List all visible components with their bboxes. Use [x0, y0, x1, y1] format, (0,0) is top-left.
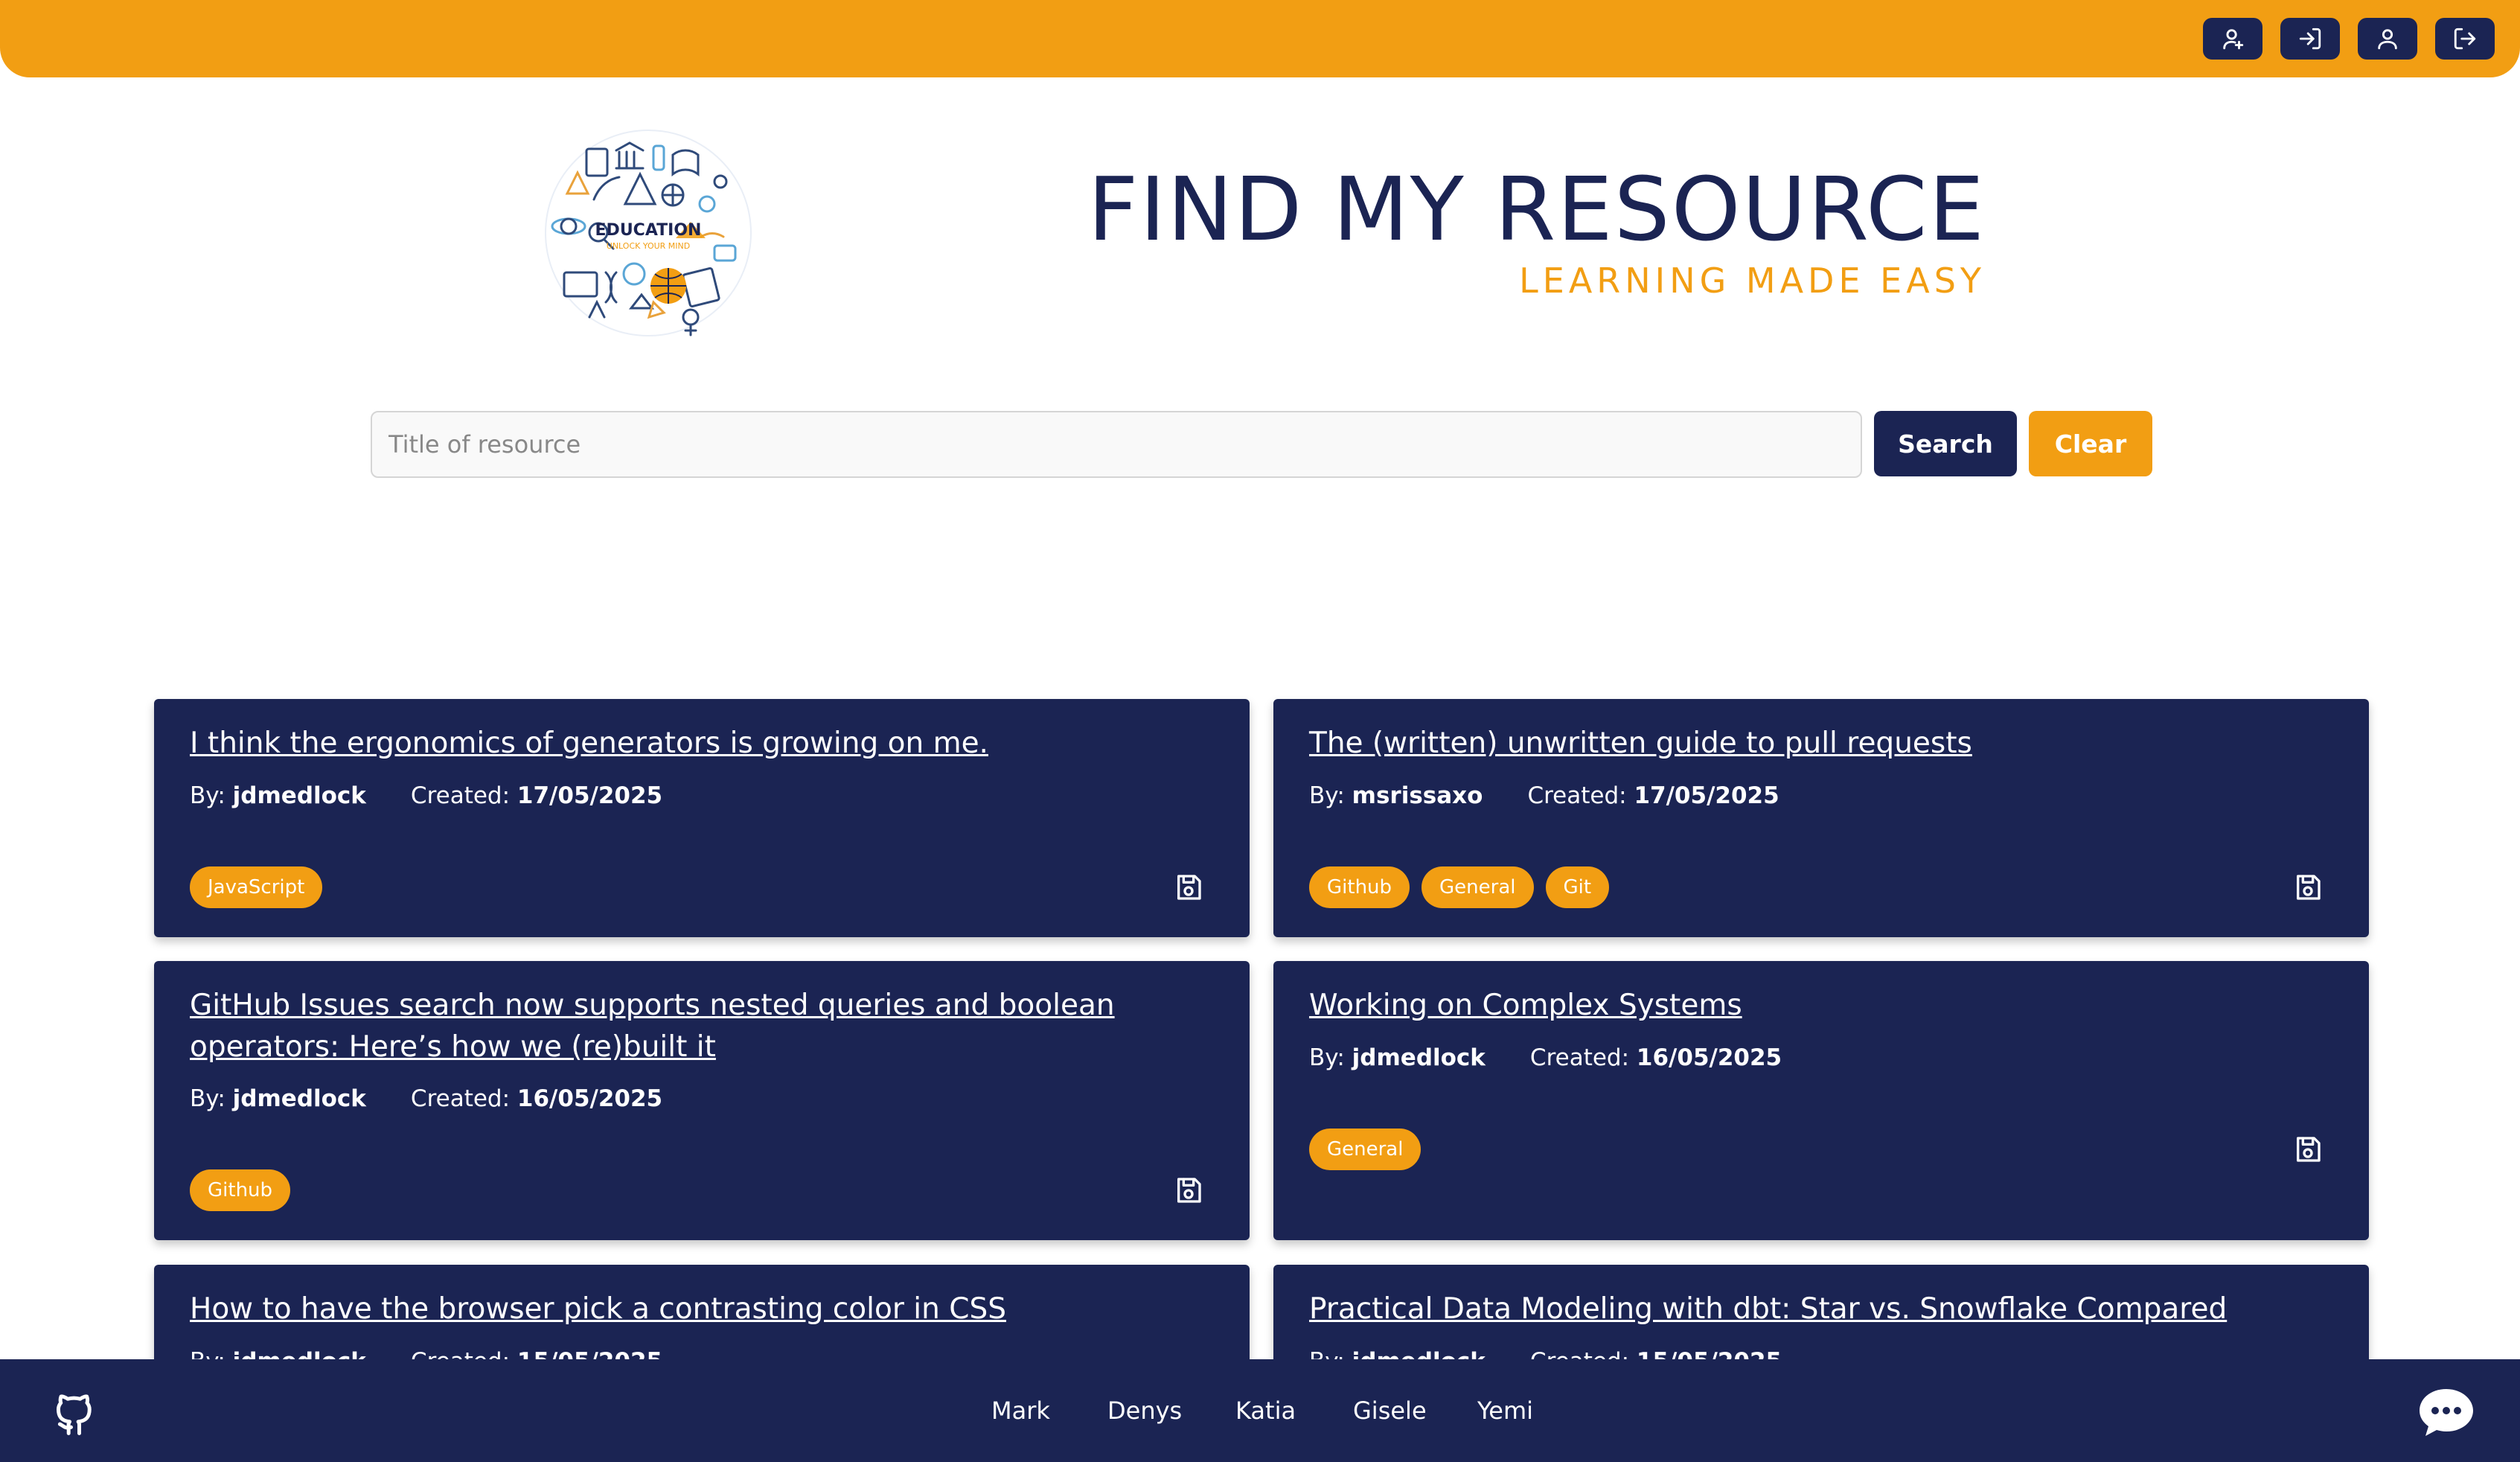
login-button[interactable] [2280, 18, 2340, 60]
tag-badge[interactable]: JavaScript [190, 866, 323, 908]
resource-card: The (written) unwritten guide to pull re… [1273, 699, 2369, 937]
search-button[interactable]: Search [1874, 411, 2017, 476]
logo-subtext: UNLOCK YOUR MIND [607, 241, 690, 251]
footer: Mark Denys Katia Gisele Yemi [0, 1359, 2520, 1462]
resource-title-link[interactable]: I think the ergonomics of generators is … [190, 723, 1157, 764]
resource-meta: By: jdmedlock Created: 16/05/2025 [1309, 1043, 1782, 1073]
login-icon [2299, 28, 2321, 50]
resource-meta: By: msrissaxo Created: 17/05/2025 [1309, 781, 1779, 811]
footer-link-denys[interactable]: Denys [1107, 1396, 1182, 1425]
tag-list: Github General Git [1309, 866, 1610, 908]
footer-link-gisele[interactable]: Gisele [1353, 1396, 1427, 1425]
save-icon[interactable] [2293, 1134, 2323, 1164]
footer-link-katia[interactable]: Katia [1235, 1396, 1296, 1425]
author-name: jdmedlock [232, 782, 366, 809]
github-icon[interactable] [51, 1386, 100, 1440]
education-logo: EDUCATION UNLOCK YOUR MIND [542, 127, 755, 339]
clear-button[interactable]: Clear [2029, 411, 2152, 476]
tag-badge[interactable]: Git [1545, 866, 1610, 908]
resource-meta: By: jdmedlock Created: 16/05/2025 [190, 1084, 662, 1114]
resource-title-link[interactable]: How to have the browser pick a contrasti… [190, 1289, 1157, 1330]
resource-card: Working on Complex Systems By: jdmedlock… [1273, 961, 2369, 1240]
site-title: FIND MY RESOURCE [1087, 158, 1986, 261]
created-label: Created: [1527, 782, 1627, 809]
logo-text: EDUCATION [595, 221, 702, 240]
tag-badge[interactable]: General [1422, 866, 1534, 908]
resource-meta: By: jdmedlock Created: 17/05/2025 [190, 781, 662, 811]
resource-card: I think the ergonomics of generators is … [154, 699, 1250, 937]
created-label: Created: [410, 1085, 511, 1112]
logout-icon [2454, 28, 2476, 50]
resource-title-link[interactable]: Working on Complex Systems [1309, 985, 2277, 1027]
tag-badge[interactable]: Github [1309, 866, 1410, 908]
author-label: By: [1309, 782, 1345, 809]
created-label: Created: [1529, 1044, 1630, 1071]
created-date: 16/05/2025 [1636, 1044, 1782, 1071]
created-date: 17/05/2025 [1634, 782, 1779, 809]
top-bar [0, 0, 2520, 77]
tag-list: General [1309, 1129, 1422, 1170]
author-name: msrissaxo [1352, 782, 1483, 809]
resource-search-input[interactable] [371, 411, 1862, 478]
tag-badge[interactable]: General [1309, 1129, 1422, 1170]
created-date: 16/05/2025 [517, 1085, 663, 1112]
logout-button[interactable] [2435, 18, 2495, 60]
resource-title-link[interactable]: GitHub Issues search now supports nested… [190, 985, 1157, 1068]
footer-link-yemi[interactable]: Yemi [1477, 1396, 1533, 1425]
created-label: Created: [410, 782, 511, 809]
author-label: By: [190, 1085, 226, 1112]
site-tagline: LEARNING MADE EASY [1519, 261, 1986, 301]
save-icon[interactable] [2293, 872, 2323, 902]
footer-link-mark[interactable]: Mark [991, 1396, 1050, 1425]
author-name: jdmedlock [232, 1085, 366, 1112]
tag-badge[interactable]: Github [190, 1169, 291, 1211]
user-icon [2378, 29, 2397, 50]
save-icon[interactable] [1174, 872, 1203, 902]
created-date: 17/05/2025 [517, 782, 663, 809]
author-label: By: [190, 782, 226, 809]
resource-title-link[interactable]: Practical Data Modeling with dbt: Star v… [1309, 1289, 2277, 1330]
tag-list: JavaScript [190, 866, 323, 908]
account-actions [2203, 18, 2495, 60]
chat-icon[interactable] [2417, 1386, 2475, 1438]
register-button[interactable] [2203, 18, 2262, 60]
author-name: jdmedlock [1352, 1044, 1486, 1071]
author-label: By: [1309, 1044, 1345, 1071]
user-plus-icon [2223, 29, 2244, 50]
save-icon[interactable] [1174, 1175, 1203, 1205]
resource-card: GitHub Issues search now supports nested… [154, 961, 1250, 1240]
resource-title-link[interactable]: The (written) unwritten guide to pull re… [1309, 723, 2277, 764]
tag-list: Github [190, 1169, 291, 1211]
profile-button[interactable] [2358, 18, 2417, 60]
